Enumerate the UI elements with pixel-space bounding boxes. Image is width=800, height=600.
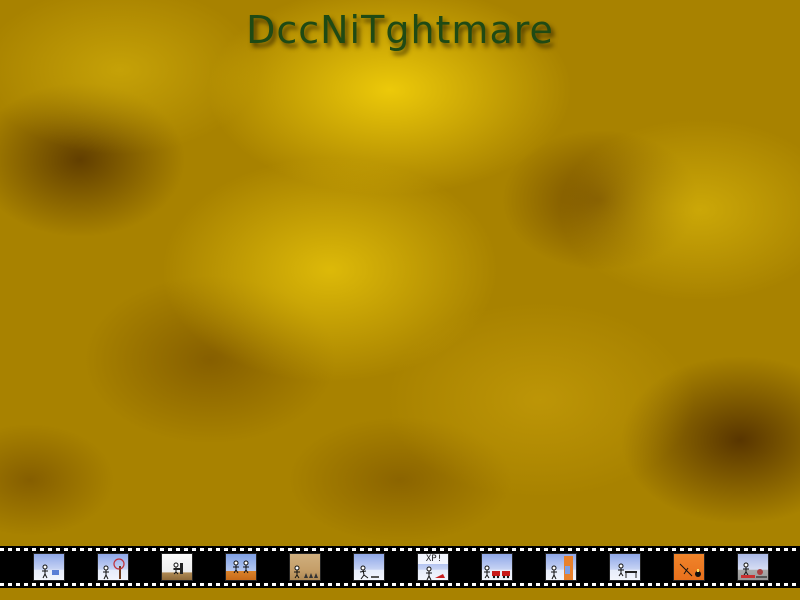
stickman-scene-3-icon [173, 562, 183, 575]
stickman-scene-10-icon [618, 563, 637, 578]
stickman-scene-8-icon [484, 565, 510, 579]
filmstrip-perforation-top [0, 548, 800, 551]
stickman-scene-6-icon [359, 565, 379, 580]
stickman-scene-2-icon [103, 558, 125, 580]
level-thumbnail-10[interactable] [609, 553, 641, 581]
level-thumbnail-2[interactable] [97, 553, 129, 581]
level-thumbnail-11[interactable] [673, 553, 705, 581]
stickman-scene-7-icon [426, 566, 445, 580]
level-filmstrip: XP! [0, 546, 800, 588]
level-thumbnail-8[interactable] [481, 553, 513, 581]
game-title: DccNiTghtmare [246, 8, 554, 52]
stickman-scene-1-icon [42, 564, 59, 579]
level-thumbnail-3[interactable] [161, 553, 193, 581]
level-thumbnail-6[interactable] [353, 553, 385, 581]
level-thumbnail-9[interactable] [545, 553, 577, 581]
stickman-scene-4-icon [233, 560, 249, 574]
stickman-scene-11-icon [679, 563, 701, 577]
filmstrip-perforation-bottom [0, 583, 800, 586]
stickman-scene-12-icon [741, 562, 767, 578]
level-thumbnail-7[interactable]: XP! [417, 553, 449, 581]
level-thumbnail-5[interactable] [289, 553, 321, 581]
stickman-scene-9-icon [551, 556, 573, 580]
level-thumbnail-1[interactable] [33, 553, 65, 581]
stickman-scene-5-icon [294, 565, 318, 579]
level-thumbnail-12[interactable] [737, 553, 769, 581]
level-thumbnail-4[interactable] [225, 553, 257, 581]
